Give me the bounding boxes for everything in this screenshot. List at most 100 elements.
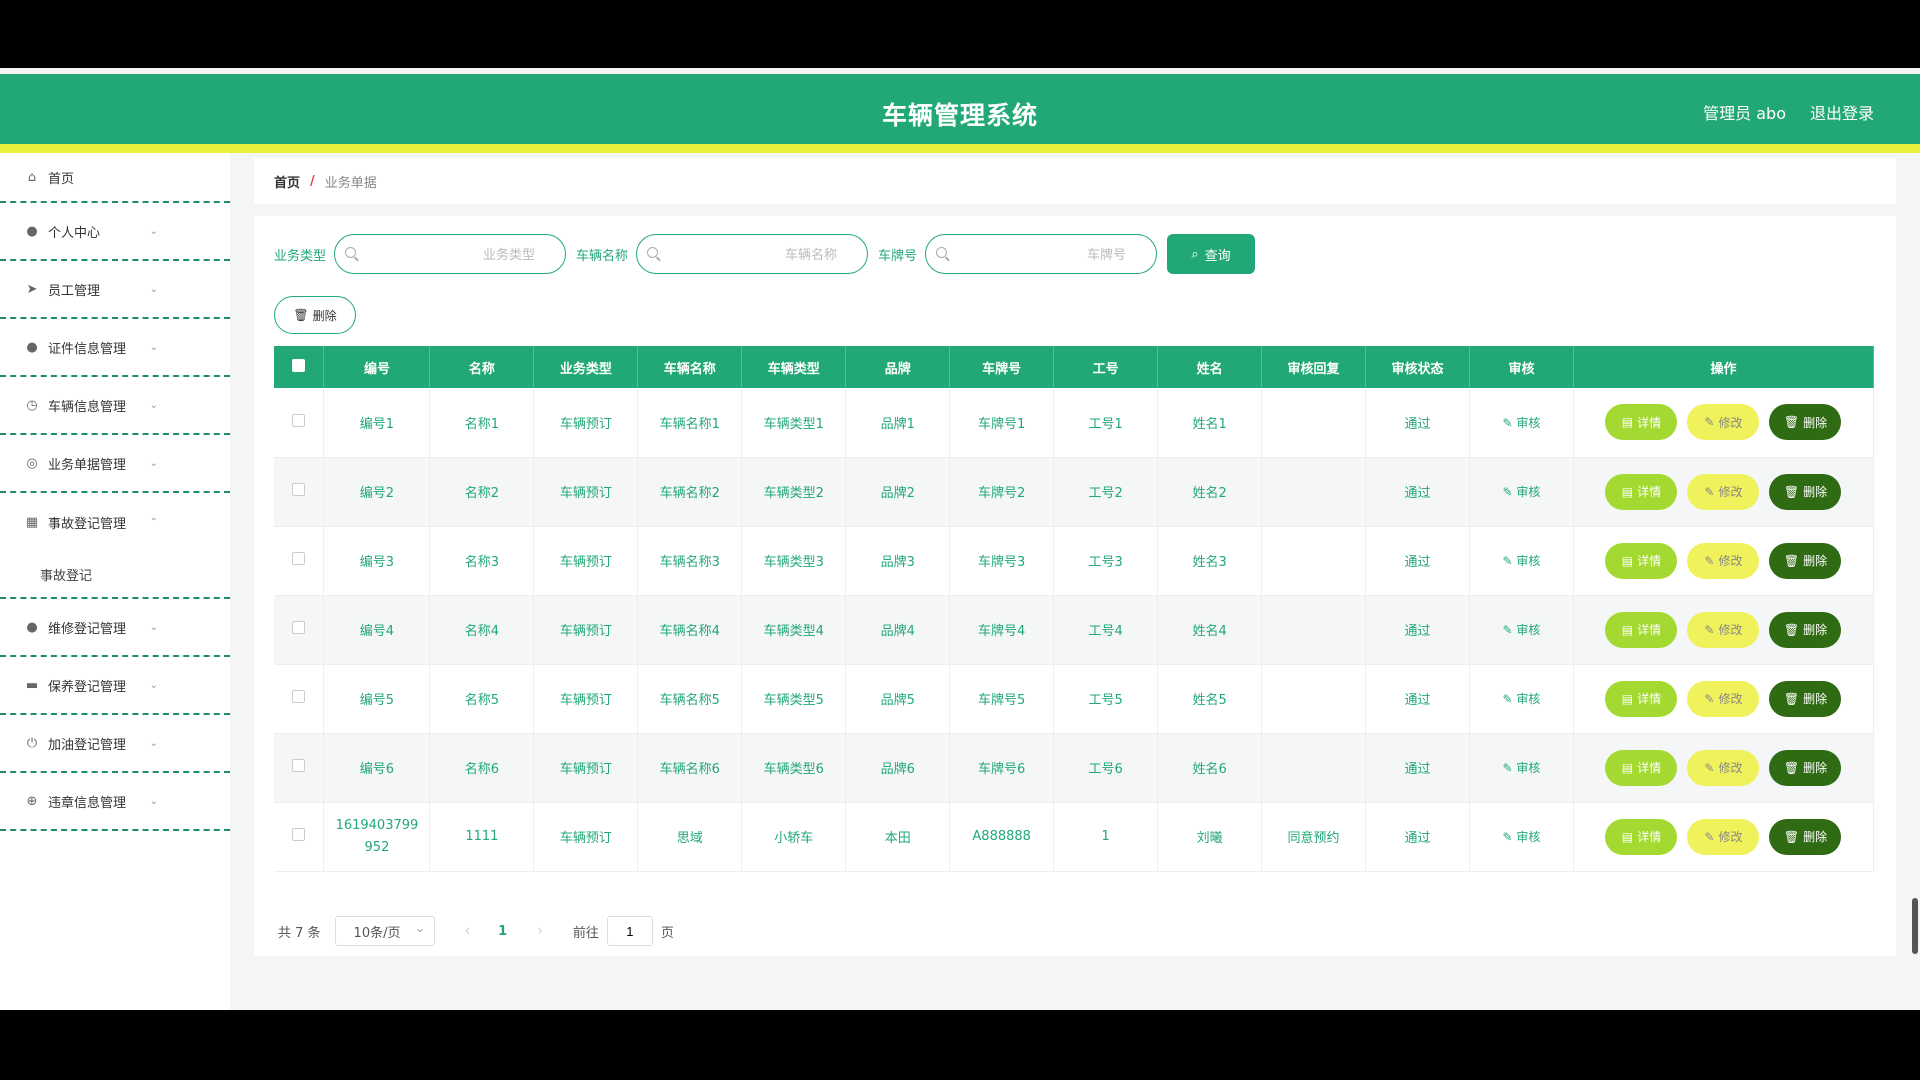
edit-button[interactable]: ✎ 修改	[1687, 680, 1760, 717]
search-bar: 业务类型 车辆名称 车牌号 ⌕ 查询	[274, 234, 1256, 274]
row-checkbox[interactable]	[292, 690, 306, 703]
sidebar-item[interactable]: ◎ 业务单据管理 ⌄	[0, 435, 230, 493]
detail-button[interactable]: ▤ 详情	[1605, 749, 1678, 786]
table-cell: 车辆预订	[533, 526, 639, 596]
delete-button[interactable]: 🗑 删除	[1769, 473, 1842, 510]
delete-button[interactable]: 🗑 删除	[1769, 404, 1842, 441]
table-cell: 车辆类型2	[741, 457, 847, 527]
table-cell: 车辆名称5	[637, 664, 743, 734]
edit-button[interactable]: ✎ 修改	[1687, 818, 1760, 855]
breadcrumb-home[interactable]: 首页	[274, 172, 300, 191]
pencil-icon: ✎	[1502, 554, 1513, 568]
query-button[interactable]: ⌕ 查询	[1167, 234, 1256, 274]
logout-button[interactable]: 退出登录	[1810, 100, 1874, 124]
sidebar-subitem[interactable]: 事故登记	[0, 551, 230, 599]
edit-button[interactable]: ✎ 修改	[1687, 473, 1760, 510]
sidebar-item[interactable]: ⊕ 违章信息管理 ⌄	[0, 773, 230, 831]
row-checkbox[interactable]	[292, 759, 306, 772]
sidebar-item[interactable]: ◷ 车辆信息管理 ⌄	[0, 377, 230, 435]
table-cell: 通过	[1365, 526, 1470, 596]
audit-button[interactable]: ✎ 审核	[1502, 692, 1540, 706]
edit-button[interactable]: ✎ 修改	[1687, 749, 1760, 786]
table-cell: 通过	[1365, 664, 1470, 734]
sidebar-item[interactable]: ▬ 保养登记管理 ⌄	[0, 657, 230, 715]
checkbox[interactable]	[292, 358, 306, 372]
user-label[interactable]: 管理员 abo	[1703, 100, 1786, 124]
sidebar-item[interactable]: ● 证件信息管理 ⌄	[0, 319, 230, 377]
sidebar-item[interactable]: ⏻ 加油登记管理 ⌄	[0, 715, 230, 773]
pencil-icon: ✎	[1704, 691, 1715, 706]
table-cell: 车牌号2	[949, 457, 1055, 527]
audit-label: 审核	[1516, 761, 1541, 775]
delete-button[interactable]: 🗑 删除	[1769, 749, 1842, 786]
edit-button[interactable]: ✎ 修改	[1687, 542, 1760, 579]
table-cell: 工号2	[1053, 457, 1159, 527]
next-page-button[interactable]: ›	[537, 923, 543, 939]
detail-button[interactable]: ▤ 详情	[1605, 542, 1678, 579]
audit-button[interactable]: ✎ 审核	[1502, 761, 1540, 775]
table-cell: 品牌3	[845, 526, 951, 596]
edit-label: 修改	[1718, 415, 1743, 430]
prev-page-button[interactable]: ‹	[465, 923, 471, 939]
plate-number-input[interactable]	[956, 235, 1127, 273]
table-cell: 工号6	[1053, 733, 1159, 803]
delete-button[interactable]: 🗑 删除	[1769, 818, 1842, 855]
table-cell: 车辆预订	[533, 802, 639, 872]
sidebar-item[interactable]: ➤ 员工管理 ⌄	[0, 261, 230, 319]
audit-button[interactable]: ✎ 审核	[1502, 485, 1540, 499]
pencil-icon: ✎	[1704, 415, 1715, 430]
pencil-icon: ✎	[1704, 829, 1715, 844]
table-cell: 品牌6	[845, 733, 951, 803]
detail-button[interactable]: ▤ 详情	[1605, 404, 1678, 441]
detail-button[interactable]: ▤ 详情	[1605, 611, 1678, 648]
edit-button[interactable]: ✎ 修改	[1687, 611, 1760, 648]
sidebar-item[interactable]: ⌂ 首页	[0, 153, 230, 203]
pencil-icon: ✎	[1704, 622, 1715, 637]
row-checkbox[interactable]	[292, 621, 306, 634]
page-size-select[interactable]: 10条/页	[334, 916, 435, 946]
audit-button[interactable]: ✎ 审核	[1502, 416, 1540, 430]
delete-label: 删除	[1803, 623, 1828, 637]
vehicle-name-input[interactable]	[667, 235, 838, 273]
table-cell: 1111	[429, 802, 535, 872]
business-type-input[interactable]	[365, 235, 536, 273]
table-cell: 名称5	[429, 664, 535, 734]
detail-button[interactable]: ▤ 详情	[1605, 473, 1678, 510]
scrollbar-thumb[interactable]	[1912, 898, 1918, 954]
sidebar-item-label: 加油登记管理	[48, 737, 127, 753]
plate-number-field[interactable]	[925, 234, 1158, 274]
sidebar-item[interactable]: ▦ 事故登记管理 ⌃	[0, 493, 230, 551]
page-number-current[interactable]: 1	[498, 924, 507, 939]
delete-button[interactable]: 🗑 删除	[1769, 680, 1842, 717]
sidebar-item[interactable]: ● 个人中心 ⌄	[0, 203, 230, 261]
row-checkbox[interactable]	[292, 483, 306, 496]
audit-button[interactable]: ✎ 审核	[1502, 623, 1540, 637]
delete-button[interactable]: 🗑 删除	[1769, 542, 1842, 579]
business-type-field[interactable]	[334, 234, 567, 274]
goto-page-input[interactable]	[606, 916, 653, 946]
chevron-down-icon: ⌄	[149, 679, 158, 691]
pencil-icon: ✎	[1502, 761, 1513, 775]
audit-button[interactable]: ✎ 审核	[1502, 554, 1540, 568]
row-checkbox[interactable]	[292, 413, 306, 427]
power-icon: ⏻	[26, 735, 38, 751]
audit-button[interactable]: ✎ 审核	[1502, 830, 1540, 844]
audit-label: 审核	[1516, 485, 1541, 499]
detail-button[interactable]: ▤ 详情	[1605, 680, 1678, 717]
delete-label: 删除	[1803, 761, 1828, 775]
delete-button[interactable]: 🗑 删除	[1769, 611, 1842, 648]
row-checkbox-cell	[274, 664, 325, 734]
table-cell: 小轿车	[741, 802, 847, 872]
audit-label: 审核	[1516, 623, 1541, 637]
table-cell: 车牌号6	[949, 733, 1055, 803]
table-cell: 姓名4	[1157, 595, 1263, 665]
row-checkbox[interactable]	[292, 828, 306, 841]
detail-button[interactable]: ▤ 详情	[1605, 818, 1678, 855]
batch-delete-button[interactable]: 🗑 删除	[274, 296, 356, 334]
vehicle-name-field[interactable]	[636, 234, 869, 274]
sidebar-item[interactable]: ● 维修登记管理 ⌄	[0, 599, 230, 657]
edit-button[interactable]: ✎ 修改	[1687, 404, 1760, 441]
select-all-checkbox[interactable]	[274, 346, 325, 388]
row-checkbox[interactable]	[292, 552, 306, 565]
table-cell: 车辆名称6	[637, 733, 743, 803]
